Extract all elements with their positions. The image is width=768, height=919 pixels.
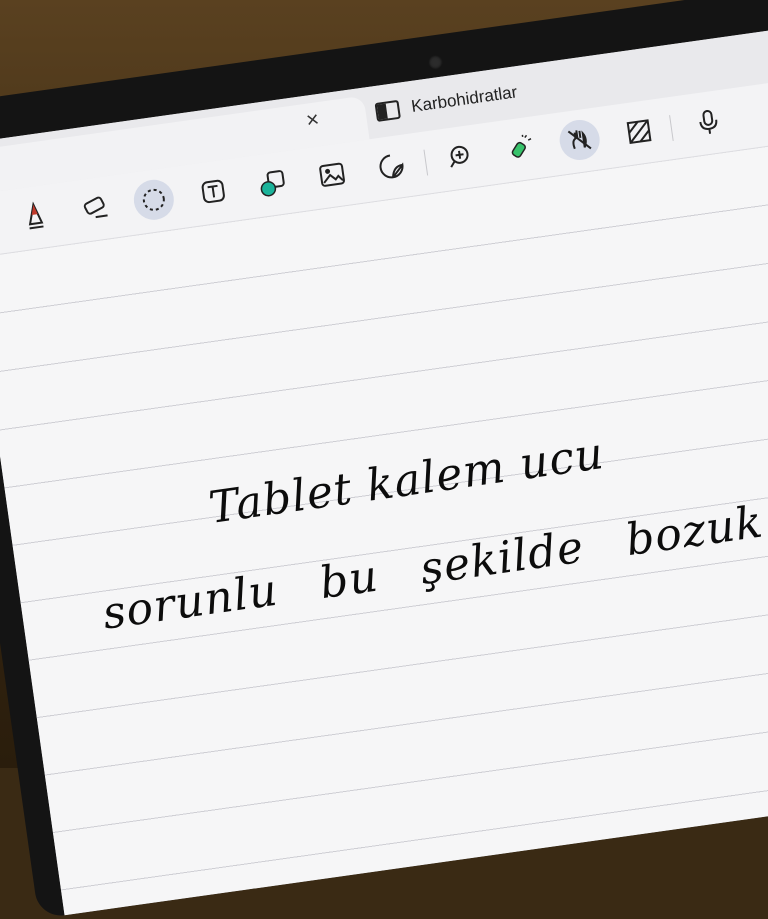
shapes-tool-button[interactable] xyxy=(250,161,295,206)
zoom-in-icon xyxy=(450,145,469,168)
lasso-icon xyxy=(142,188,165,211)
pen-tool-button[interactable] xyxy=(12,194,57,239)
sticker-icon xyxy=(379,154,404,179)
eraser-icon xyxy=(83,196,108,219)
text-box-icon xyxy=(201,179,225,204)
pen-icon xyxy=(28,201,44,230)
zoom-tool-button[interactable] xyxy=(438,134,483,179)
eraser-tool-button[interactable] xyxy=(72,186,117,231)
toolbar-divider xyxy=(423,149,429,176)
tablet-screen: × Karbohidratlar Tablet kalem ucu sorunl… xyxy=(0,18,768,916)
highlighter-icon xyxy=(511,134,532,158)
hatch-pattern-icon xyxy=(626,119,652,145)
highlighter-tool-button[interactable] xyxy=(498,126,543,171)
image-icon xyxy=(319,162,345,187)
toolbar-divider xyxy=(669,115,674,142)
lasso-tool-button[interactable] xyxy=(131,177,177,223)
image-tool-button[interactable] xyxy=(310,152,355,197)
text-tool-button[interactable] xyxy=(191,169,236,214)
microphone-icon xyxy=(699,109,718,134)
sidebar-icon xyxy=(374,99,401,122)
tablet-device: × Karbohidratlar Tablet kalem ucu sorunl… xyxy=(0,0,768,919)
close-icon[interactable]: × xyxy=(305,106,321,134)
handwriting-line-1: Tablet kalem ucu xyxy=(205,427,608,534)
note-page[interactable]: Tablet kalem ucu sorunlu bu şekilde bozu… xyxy=(0,132,768,916)
pattern-tool-button[interactable] xyxy=(616,109,661,154)
sticker-tool-button[interactable] xyxy=(369,144,414,189)
voice-record-button[interactable] xyxy=(686,99,731,144)
palm-rejection-button[interactable] xyxy=(557,117,603,163)
hand-off-icon xyxy=(567,130,592,150)
tab-title: Karbohidratlar xyxy=(410,82,519,116)
shapes-icon xyxy=(260,170,285,197)
